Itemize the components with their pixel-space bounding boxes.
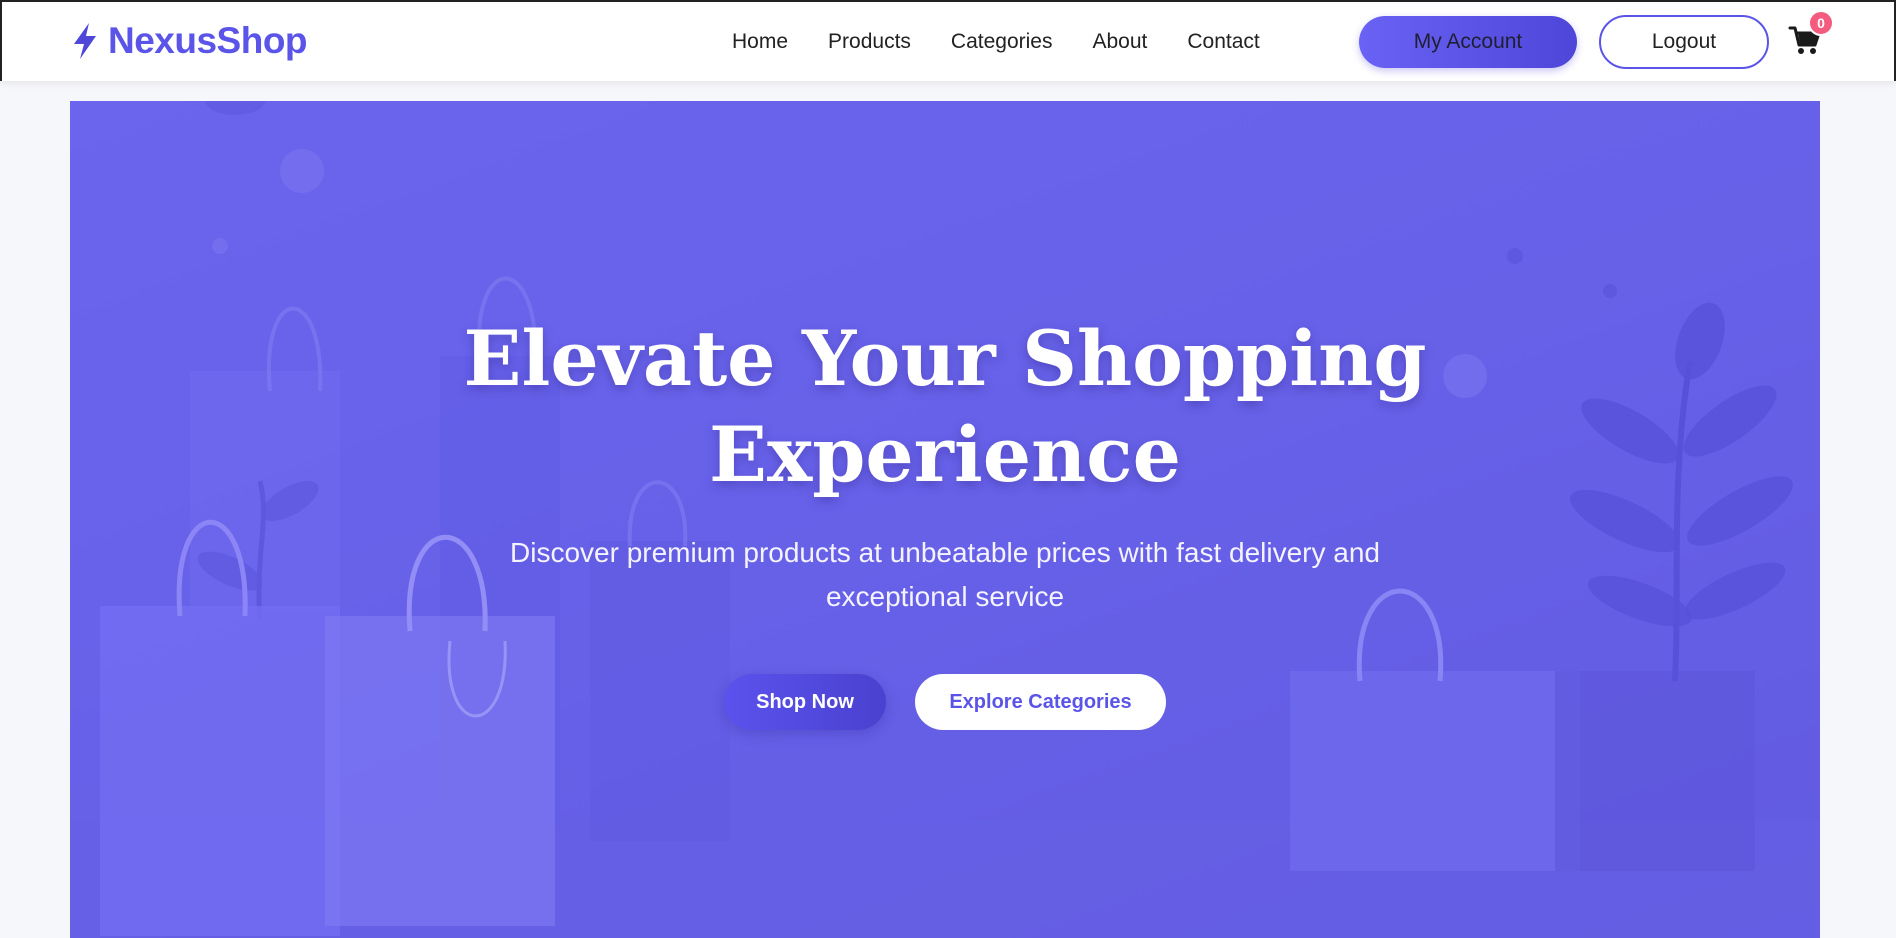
hero-title: Elevate Your Shopping Experience bbox=[463, 314, 1427, 499]
nav-link-products[interactable]: Products bbox=[828, 30, 911, 54]
logout-button[interactable]: Logout bbox=[1599, 15, 1769, 69]
explore-categories-button[interactable]: Explore Categories bbox=[915, 674, 1166, 730]
lightning-bolt-icon bbox=[74, 23, 96, 59]
navbar: NexusShop Home Products Categories About… bbox=[0, 2, 1896, 81]
cart-count-badge: 0 bbox=[1808, 10, 1834, 36]
brand-name: NexusShop bbox=[108, 20, 308, 61]
main-nav: Home Products Categories About Contact bbox=[732, 2, 1300, 81]
nav-link-contact[interactable]: Contact bbox=[1187, 30, 1259, 54]
brand-logo[interactable]: NexusShop bbox=[70, 20, 308, 62]
hero-section: Elevate Your Shopping Experience Discove… bbox=[70, 101, 1820, 938]
hero-subtitle: Discover premium products at unbeatable … bbox=[510, 537, 1380, 612]
nav-link-categories[interactable]: Categories bbox=[951, 30, 1053, 54]
nav-link-home[interactable]: Home bbox=[732, 30, 788, 54]
nav-link-about[interactable]: About bbox=[1092, 30, 1147, 54]
shop-now-button[interactable]: Shop Now bbox=[724, 674, 886, 730]
cart-button[interactable]: 0 bbox=[1788, 10, 1834, 64]
hero-content: Elevate Your Shopping Experience Discove… bbox=[70, 101, 1820, 938]
my-account-button[interactable]: My Account bbox=[1359, 16, 1577, 68]
